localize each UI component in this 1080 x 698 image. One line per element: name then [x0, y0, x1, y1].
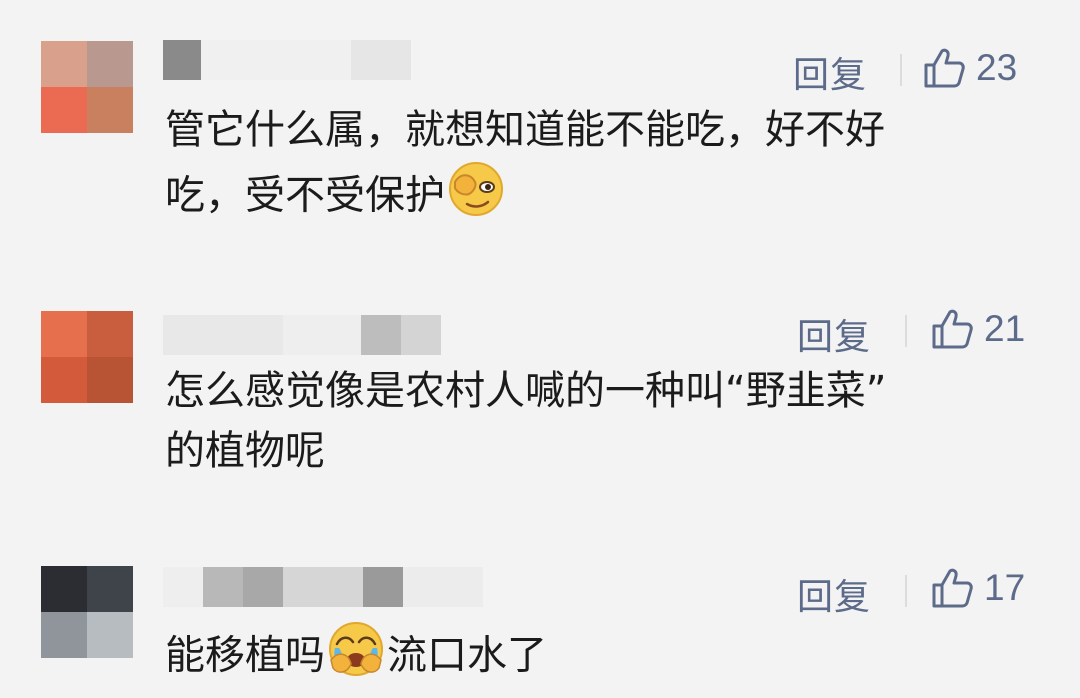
reply-button[interactable]: 回复 [797, 308, 871, 360]
divider [905, 315, 907, 347]
avatar[interactable] [41, 311, 133, 403]
crying-face-emoji [327, 620, 385, 695]
comment-text-line: 怎么感觉像是农村人喊的一种叫“野韭菜” [165, 368, 887, 414]
like-button[interactable]: 17 [930, 566, 1025, 610]
reply-button[interactable]: 回复 [797, 568, 871, 620]
username-blurred[interactable] [163, 565, 483, 607]
comment-text-fragment: 能移植吗 [165, 632, 325, 679]
like-count: 17 [984, 567, 1026, 608]
divider [900, 54, 902, 86]
comment-text-fragment: 吃，受不受保护 [165, 172, 445, 219]
avatar[interactable] [41, 566, 133, 658]
comment-text-line: 管它什么属，就想知道能不能吃，好不好 [165, 107, 885, 153]
comment-text-line: 能移植吗 流口水了 [165, 620, 1035, 695]
thumbs-up-icon [932, 568, 973, 608]
comment-text-line: 的植物呢 [165, 428, 325, 474]
username-blurred[interactable] [163, 313, 441, 355]
comment-text: 怎么感觉像是农村人喊的一种叫“野韭菜” 的植物呢 [165, 361, 1035, 481]
comment-text: 管它什么属，就想知道能不能吃，好不好 吃，受不受保护 [165, 100, 1035, 235]
like-button[interactable]: 23 [922, 46, 1017, 90]
comment-text-fragment: 流口水了 [387, 632, 547, 679]
username-blurred[interactable] [163, 38, 411, 80]
like-count: 21 [984, 308, 1026, 349]
like-button[interactable]: 21 [930, 307, 1025, 351]
divider [905, 575, 907, 607]
avatar[interactable] [41, 41, 133, 133]
thumbs-up-icon [924, 48, 965, 88]
thumbs-up-icon [932, 309, 973, 349]
comment-text-line: 吃，受不受保护 [165, 160, 1035, 235]
reply-button[interactable]: 回复 [793, 46, 867, 98]
comment-text: 能移植吗 流口水了 [165, 620, 1035, 695]
face-peeking-emoji [447, 160, 505, 235]
like-count: 23 [976, 47, 1018, 88]
